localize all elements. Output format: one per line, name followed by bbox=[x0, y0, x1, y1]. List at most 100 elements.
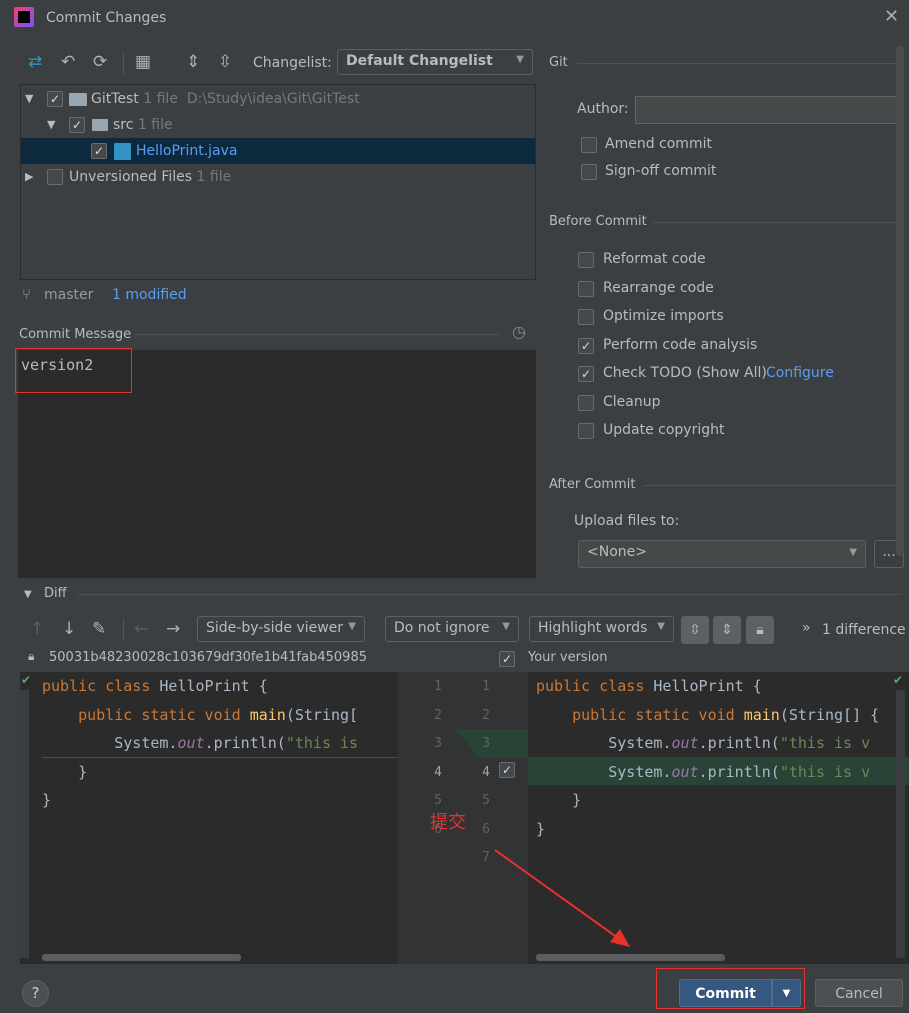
next-difference-icon[interactable]: ↓ bbox=[62, 619, 76, 639]
edit-icon[interactable]: ✎ bbox=[92, 619, 106, 639]
right-code: public class HelloPrint { public static … bbox=[536, 677, 880, 838]
perform-code-analysis-checkbox[interactable]: ✓ Perform code analysis bbox=[578, 337, 828, 357]
signoff-commit-checkbox[interactable]: Sign-off commit bbox=[581, 163, 781, 183]
cleanup-checkbox[interactable]: Cleanup bbox=[578, 394, 828, 414]
author-label: Author: bbox=[577, 101, 629, 117]
refresh-icon[interactable]: ⟳ bbox=[93, 52, 107, 72]
line-number: 4 bbox=[482, 764, 490, 780]
configure-link[interactable]: Configure bbox=[766, 365, 834, 381]
folder-icon bbox=[92, 119, 108, 131]
more-icon[interactable]: » bbox=[802, 620, 811, 636]
diff-section-title: Diff bbox=[44, 586, 67, 601]
check-icon: ✔ bbox=[21, 673, 32, 687]
lock-icon[interactable]: 🔒︎ bbox=[746, 616, 774, 644]
chevron-down-icon: ▼ bbox=[516, 54, 524, 65]
left-code: public class HelloPrint { public static … bbox=[42, 677, 359, 809]
changes-tree[interactable]: ▼ ✓ GitTest 1 file D:\Study\idea\Git\Git… bbox=[20, 84, 536, 280]
update-copyright-checkbox[interactable]: Update copyright bbox=[578, 422, 828, 442]
annotation-text: 提交 bbox=[430, 812, 466, 833]
group-by-icon[interactable]: ▦ bbox=[135, 52, 151, 72]
cancel-button[interactable]: Cancel bbox=[815, 979, 903, 1007]
left-revision: 50031b48230028c103679df30fe1b41fab450985 bbox=[49, 650, 367, 665]
changelist-select[interactable]: Default Changelist ▼ bbox=[337, 49, 533, 75]
ignore-select[interactable]: Do not ignore ▼ bbox=[385, 616, 519, 642]
reformat-code-checkbox[interactable]: Reformat code bbox=[578, 251, 828, 271]
chevron-down-icon: ▼ bbox=[348, 621, 356, 632]
expand-all-icon[interactable]: ⇕ bbox=[186, 52, 200, 72]
line-number: 3 bbox=[482, 736, 490, 751]
collapse-diff-icon[interactable]: ▼ bbox=[24, 589, 32, 600]
rollback-icon[interactable]: ↶ bbox=[61, 52, 75, 72]
history-icon[interactable]: ◷ bbox=[512, 322, 526, 341]
chevron-down-icon: ▼ bbox=[657, 621, 665, 632]
highlight-value: Highlight words bbox=[538, 620, 648, 636]
annotation-arrow bbox=[494, 849, 630, 947]
author-input[interactable] bbox=[635, 96, 901, 124]
tree-item-helloprint[interactable]: ✓ HelloPrint.java bbox=[21, 138, 535, 164]
show-diff-icon[interactable]: ⇄ bbox=[28, 52, 42, 72]
module-folder-icon bbox=[69, 93, 87, 106]
intellij-logo-icon bbox=[14, 7, 34, 27]
after-commit-title: After Commit bbox=[549, 477, 636, 492]
changelist-label: Changelist: bbox=[253, 55, 332, 71]
annotation-box bbox=[15, 348, 132, 393]
line-number: 1 bbox=[482, 679, 490, 694]
scrollbar[interactable] bbox=[896, 46, 904, 556]
expand-arrow-icon[interactable]: ▼ bbox=[25, 86, 33, 112]
optimize-imports-checkbox[interactable]: Optimize imports bbox=[578, 308, 828, 328]
line-number: 2 bbox=[482, 707, 490, 723]
tree-item-src[interactable]: ▼ ✓ src 1 file bbox=[21, 112, 535, 138]
viewer-select[interactable]: Side-by-side viewer ▼ bbox=[197, 616, 365, 642]
tree-item-gittest[interactable]: ▼ ✓ GitTest 1 file D:\Study\idea\Git\Git… bbox=[21, 86, 535, 112]
highlight-select[interactable]: Highlight words ▼ bbox=[529, 616, 674, 642]
back-arrow-icon[interactable]: ← bbox=[134, 619, 148, 639]
line-number: 5 bbox=[482, 793, 490, 808]
collapse-all-icon[interactable]: ⇳ bbox=[218, 52, 232, 72]
before-commit-title: Before Commit bbox=[549, 214, 647, 229]
window-title: Commit Changes bbox=[46, 10, 167, 26]
right-revision: Your version bbox=[528, 650, 608, 665]
tree-label: HelloPrint.java bbox=[136, 143, 238, 159]
expand-arrow-icon[interactable]: ▼ bbox=[47, 112, 55, 138]
previous-difference-icon[interactable]: ↑ bbox=[30, 619, 44, 639]
branch-icon: ⑂ bbox=[22, 285, 32, 303]
branch-name: master bbox=[44, 287, 94, 303]
modified-link[interactable]: 1 modified bbox=[112, 287, 187, 303]
left-horizontal-scrollbar[interactable] bbox=[42, 954, 241, 961]
collapse-unchanged-icon[interactable]: ⇳ bbox=[681, 616, 709, 644]
expand-arrow-icon[interactable]: ▶ bbox=[25, 164, 33, 190]
checkbox-gittest[interactable]: ✓ bbox=[47, 91, 63, 107]
close-icon[interactable]: ✕ bbox=[884, 6, 899, 27]
lock-icon: 🔒︎ bbox=[28, 649, 35, 663]
viewer-value: Side-by-side viewer bbox=[206, 620, 344, 636]
check-icon: ✔ bbox=[893, 673, 904, 687]
checkbox-unversioned[interactable] bbox=[47, 169, 63, 185]
sync-scroll-icon[interactable]: ⇕ bbox=[713, 616, 741, 644]
git-section-title: Git bbox=[549, 55, 568, 70]
annotation-box bbox=[656, 968, 805, 1009]
checkbox-src[interactable]: ✓ bbox=[69, 117, 85, 133]
include-change-checkbox[interactable]: ✓ bbox=[499, 762, 515, 778]
right-scrollbar[interactable] bbox=[896, 690, 905, 958]
line-number: 3 bbox=[434, 736, 442, 751]
right-horizontal-scrollbar[interactable] bbox=[536, 954, 725, 961]
left-scrollbar[interactable] bbox=[20, 690, 29, 958]
tree-item-unversioned[interactable]: ▶ Unversioned Files 1 file bbox=[21, 164, 535, 190]
include-checkbox[interactable]: ✓ bbox=[499, 651, 515, 667]
changelist-value: Default Changelist bbox=[346, 53, 493, 69]
tree-label: GitTest bbox=[91, 91, 139, 107]
rearrange-code-checkbox[interactable]: Rearrange code bbox=[578, 280, 828, 300]
ignore-value: Do not ignore bbox=[394, 620, 490, 636]
difference-count: 1 difference bbox=[822, 622, 906, 638]
check-todo-checkbox[interactable]: ✓ Check TODO (Show All) bbox=[578, 365, 767, 385]
tree-label: Unversioned Files bbox=[69, 169, 193, 185]
help-button[interactable]: ? bbox=[22, 980, 49, 1007]
upload-server-select[interactable]: <None> ▼ bbox=[578, 540, 866, 568]
amend-commit-checkbox[interactable]: Amend commit bbox=[581, 136, 781, 156]
line-number: 6 bbox=[482, 821, 490, 837]
forward-arrow-icon[interactable]: → bbox=[166, 619, 180, 639]
checkbox-helloprint[interactable]: ✓ bbox=[91, 143, 107, 159]
line-number: 5 bbox=[434, 793, 442, 808]
tree-label: src bbox=[113, 117, 134, 133]
line-number: 4 bbox=[434, 764, 442, 780]
